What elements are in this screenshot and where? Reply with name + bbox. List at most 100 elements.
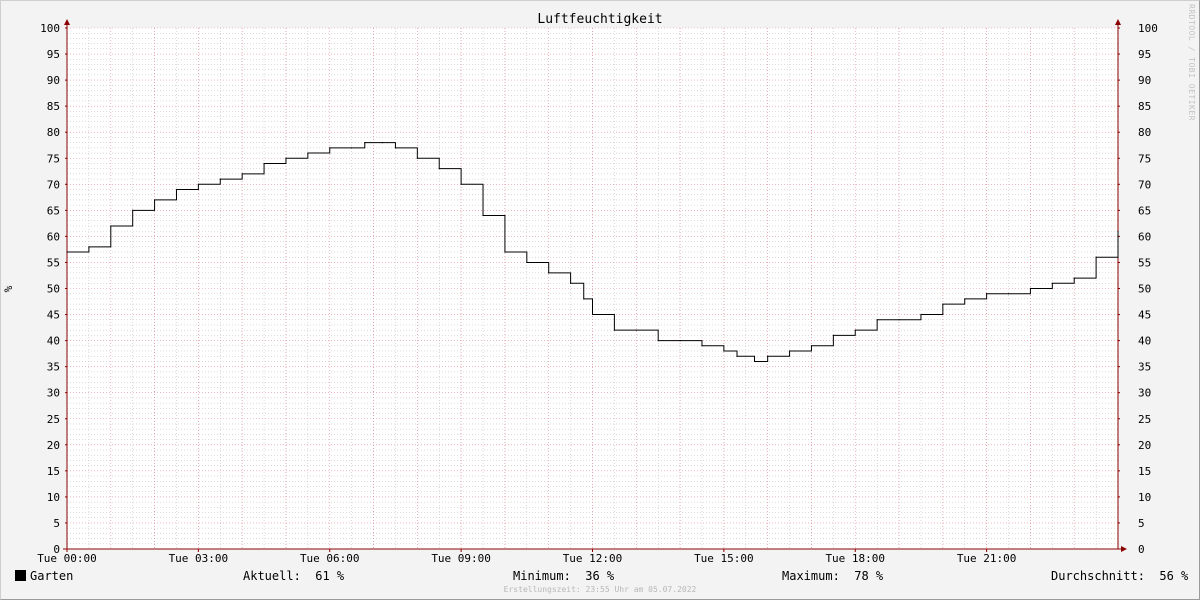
y-tick-label-left: 80 (47, 126, 60, 139)
y-axis-arrow-right-icon (1115, 19, 1121, 25)
y-tick-label-right: 55 (1138, 256, 1151, 269)
y-tick-label-right: 20 (1138, 439, 1151, 452)
y-tick-label-right: 70 (1138, 178, 1151, 191)
data-point (153, 199, 156, 201)
data-point (241, 173, 243, 175)
data-point (810, 345, 813, 347)
data-point (526, 261, 528, 264)
y-tick-label-right: 95 (1138, 48, 1151, 61)
data-point (351, 147, 353, 149)
y-tick-label-right: 90 (1138, 74, 1151, 87)
data-point (832, 334, 834, 336)
data-point (723, 350, 725, 352)
data-point (548, 272, 550, 274)
creation-time-footer: Erstellungszeit: 23:55 Uhr am 05.07.2022 (503, 585, 697, 594)
data-point (197, 183, 199, 185)
y-tick-label-right: 65 (1138, 204, 1151, 217)
data-point (986, 293, 988, 295)
data-point (920, 313, 922, 316)
data-point (263, 162, 265, 165)
data-point (1007, 293, 1010, 295)
y-tick-label-left: 75 (47, 152, 60, 165)
data-point (307, 152, 309, 154)
legend-max-value: 78 % (854, 569, 884, 583)
x-axis-arrow-icon (1121, 546, 1127, 552)
legend-min-value: 36 % (585, 569, 615, 583)
legend-avg-label: Durchschnitt: (1051, 569, 1145, 583)
x-tick-label: Tue 03:00 (169, 552, 229, 565)
data-point (438, 168, 440, 170)
y-tick-label-right: 85 (1138, 100, 1151, 113)
data-point (285, 157, 287, 159)
y-tick-label-left: 5 (53, 517, 60, 530)
rrdtool-watermark: RRDTOOL / TOBI OETIKER (1187, 4, 1196, 121)
x-tick-label: Tue 06:00 (300, 552, 360, 565)
y-axis-label-left: % (2, 285, 15, 292)
data-point (854, 329, 856, 331)
y-tick-label-right: 50 (1138, 283, 1151, 296)
y-tick-label-left: 45 (47, 309, 60, 322)
data-point (132, 209, 134, 211)
data-point (460, 183, 462, 185)
legend-current: Aktuell: 61 % (243, 568, 344, 584)
legend-swatch-garten (15, 570, 26, 581)
legend-series-name: Garten (30, 569, 74, 583)
y-tick-label-right: 100 (1138, 22, 1158, 35)
data-point (753, 360, 756, 363)
data-point (364, 142, 366, 144)
y-tick-label-left: 100 (40, 22, 60, 35)
data-point (394, 147, 397, 149)
y-tick-label-right: 45 (1138, 309, 1151, 322)
data-point (416, 157, 418, 159)
legend-current-label: Aktuell: (243, 569, 301, 583)
data-point (898, 319, 900, 321)
x-tick-label: Tue 18:00 (825, 552, 885, 565)
y-tick-label-right: 25 (1138, 413, 1151, 426)
y-tick-label-left: 60 (47, 230, 60, 243)
data-point (66, 251, 68, 253)
y-tick-label-right: 0 (1138, 543, 1145, 556)
data-point (736, 355, 738, 357)
y-tick-label-right: 40 (1138, 335, 1151, 348)
legend-minimum: Minimum: 36 % (513, 568, 614, 584)
legend-average: Durchschnitt: 56 % (1051, 568, 1188, 584)
legend-max-label: Maximum: (782, 569, 840, 583)
x-tick-label: Tue 21:00 (957, 552, 1017, 565)
y-tick-label-left: 50 (47, 283, 60, 296)
y-tick-label-left: 35 (47, 361, 60, 374)
x-tick-label: Tue 09:00 (431, 552, 491, 565)
data-point (219, 178, 221, 180)
y-tick-label-left: 15 (47, 465, 60, 478)
data-point (1051, 282, 1053, 284)
y-tick-label-left: 95 (47, 48, 60, 61)
legend-maximum: Maximum: 78 % (782, 568, 883, 584)
data-point (504, 251, 506, 253)
y-tick-label-left: 55 (47, 256, 60, 269)
data-point (570, 282, 572, 284)
y-tick-label-left: 25 (47, 413, 60, 426)
data-point (88, 246, 90, 248)
y-tick-label-right: 30 (1138, 387, 1151, 400)
data-point (110, 225, 112, 227)
y-tick-label-right: 60 (1138, 230, 1151, 243)
y-tick-label-left: 30 (47, 387, 60, 400)
data-point (613, 329, 615, 331)
legend-avg-value: 56 % (1159, 569, 1189, 583)
y-tick-label-left: 40 (47, 335, 60, 348)
data-point (657, 340, 659, 342)
legend-current-value: 61 % (315, 569, 345, 583)
data-point (701, 345, 703, 347)
y-tick-label-right: 35 (1138, 361, 1151, 374)
y-tick-label-right: 80 (1138, 126, 1151, 139)
data-point (1117, 230, 1119, 232)
x-tick-label: Tue 00:00 (37, 552, 97, 565)
y-tick-label-left: 10 (47, 491, 60, 504)
data-point (635, 329, 637, 331)
data-point (381, 142, 383, 144)
x-tick-label: Tue 12:00 (563, 552, 623, 565)
y-tick-label-left: 90 (47, 74, 60, 87)
humidity-chart: Luftfeuchtigkeit % 0 05 510 1015 1520 2025 253… (2, 12, 1158, 565)
y-tick-label-left: 20 (47, 439, 60, 452)
y-tick-label-left: 85 (47, 100, 60, 113)
data-point (767, 355, 769, 357)
